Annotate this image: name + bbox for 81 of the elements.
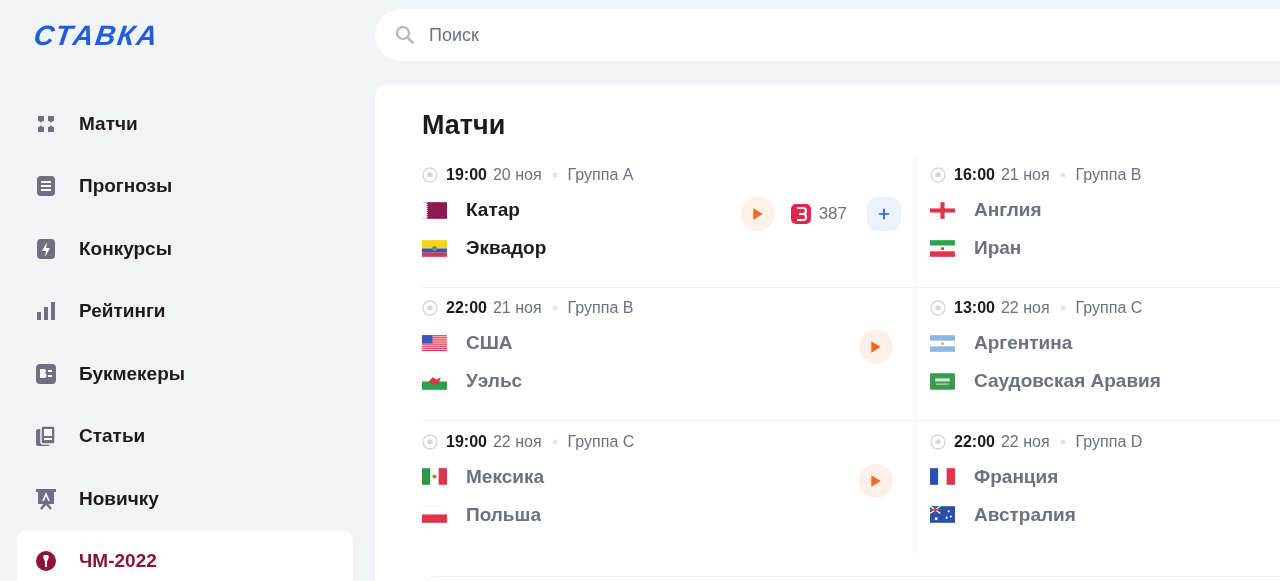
play-button[interactable] xyxy=(859,330,893,364)
play-button[interactable] xyxy=(859,463,893,498)
separator-dot-icon xyxy=(551,438,558,445)
separator-dot-icon xyxy=(1059,172,1066,178)
sidebar-item[interactable]: Прогнозы xyxy=(17,162,353,210)
separator-dot-icon xyxy=(1059,305,1066,311)
ball-icon xyxy=(422,167,438,183)
section-title: Матчи xyxy=(422,110,507,141)
bookmaker-icon xyxy=(35,362,57,385)
easel-icon xyxy=(35,487,57,510)
play-icon xyxy=(870,473,882,488)
sidebar-item[interactable]: Конкурсы xyxy=(17,225,353,272)
match-time: 19:00 xyxy=(446,166,487,184)
match-date: 21 ноя xyxy=(1000,166,1050,184)
separator-dot-icon xyxy=(551,172,558,178)
sidebar-item[interactable]: Новичку xyxy=(17,475,353,522)
team-name: Англия xyxy=(974,199,1042,221)
flag-icon xyxy=(930,506,955,523)
flag-icon xyxy=(930,468,955,485)
flag-icon xyxy=(930,372,955,390)
match-date: 22 ноя xyxy=(1000,432,1050,451)
play-button[interactable] xyxy=(740,197,775,231)
match-date: 22 ноя xyxy=(492,432,542,451)
bar-chart-icon xyxy=(35,300,57,322)
match-date: 22 ноя xyxy=(1000,299,1050,317)
flag-icon xyxy=(422,201,447,219)
flag-icon xyxy=(930,334,955,352)
ball-icon xyxy=(422,433,438,450)
separator-dot-icon xyxy=(1059,438,1066,445)
separator-dot-icon xyxy=(551,305,558,311)
flag-icon xyxy=(930,201,955,219)
match-time: 22:00 xyxy=(446,299,487,317)
team-name: Мексика xyxy=(466,465,544,488)
plus-icon xyxy=(878,207,890,221)
match-date: 21 ноя xyxy=(492,299,542,317)
match-group: Группа C xyxy=(567,432,635,451)
add-button[interactable] xyxy=(867,197,901,231)
team-name: Иран xyxy=(974,237,1022,259)
team-name: Аргентина xyxy=(974,332,1073,354)
match-group: Группа D xyxy=(1075,432,1143,451)
team-name: Австралия xyxy=(974,503,1076,526)
logo[interactable]: СТАВКА xyxy=(31,20,162,52)
ball-icon xyxy=(930,300,946,316)
search-field[interactable]: Поиск xyxy=(375,9,1280,61)
ball-icon xyxy=(930,167,946,183)
flag-icon xyxy=(422,334,447,352)
team-name: Франция xyxy=(974,465,1059,488)
team-name: Уэльс xyxy=(466,370,523,392)
bet-count: 387 xyxy=(818,204,847,224)
ball-icon xyxy=(422,300,438,316)
match-time: 22:00 xyxy=(954,432,995,451)
sidebar-item[interactable]: ЧМ-2022 xyxy=(17,529,353,581)
sidebar-item[interactable]: Рейтинги xyxy=(17,287,353,335)
team-name: Саудовская Аравия xyxy=(974,370,1161,392)
match-group: Группа A xyxy=(567,166,634,184)
ball-icon xyxy=(930,433,946,450)
sidebar-item[interactable]: Букмекеры xyxy=(17,350,353,397)
flag-icon xyxy=(422,468,447,485)
match-date: 20 ноя xyxy=(492,166,542,184)
flag-icon xyxy=(422,239,447,257)
team-name: США xyxy=(466,332,513,354)
sidebar-item[interactable]: Статьи xyxy=(17,412,353,460)
bookmaker-logo-icon xyxy=(790,204,811,224)
flag-icon xyxy=(422,506,447,523)
play-icon xyxy=(751,207,764,221)
team-name: Эквадор xyxy=(466,237,547,259)
article-icon xyxy=(35,425,57,447)
lightning-icon xyxy=(35,237,57,260)
match-group: Группа C xyxy=(1075,299,1143,317)
team-name: Катар xyxy=(466,199,520,221)
match-group: Группа B xyxy=(567,299,634,317)
match-time: 13:00 xyxy=(954,299,995,317)
match-time: 16:00 xyxy=(954,166,995,184)
trophy-icon xyxy=(35,549,57,572)
flag-icon xyxy=(930,239,955,257)
sidebar-item[interactable]: Матчи xyxy=(17,100,353,147)
team-name: Польша xyxy=(466,503,541,526)
list-icon xyxy=(35,175,57,197)
play-icon xyxy=(870,340,882,354)
match-group: Группа B xyxy=(1075,166,1142,184)
match-time: 19:00 xyxy=(446,432,487,451)
